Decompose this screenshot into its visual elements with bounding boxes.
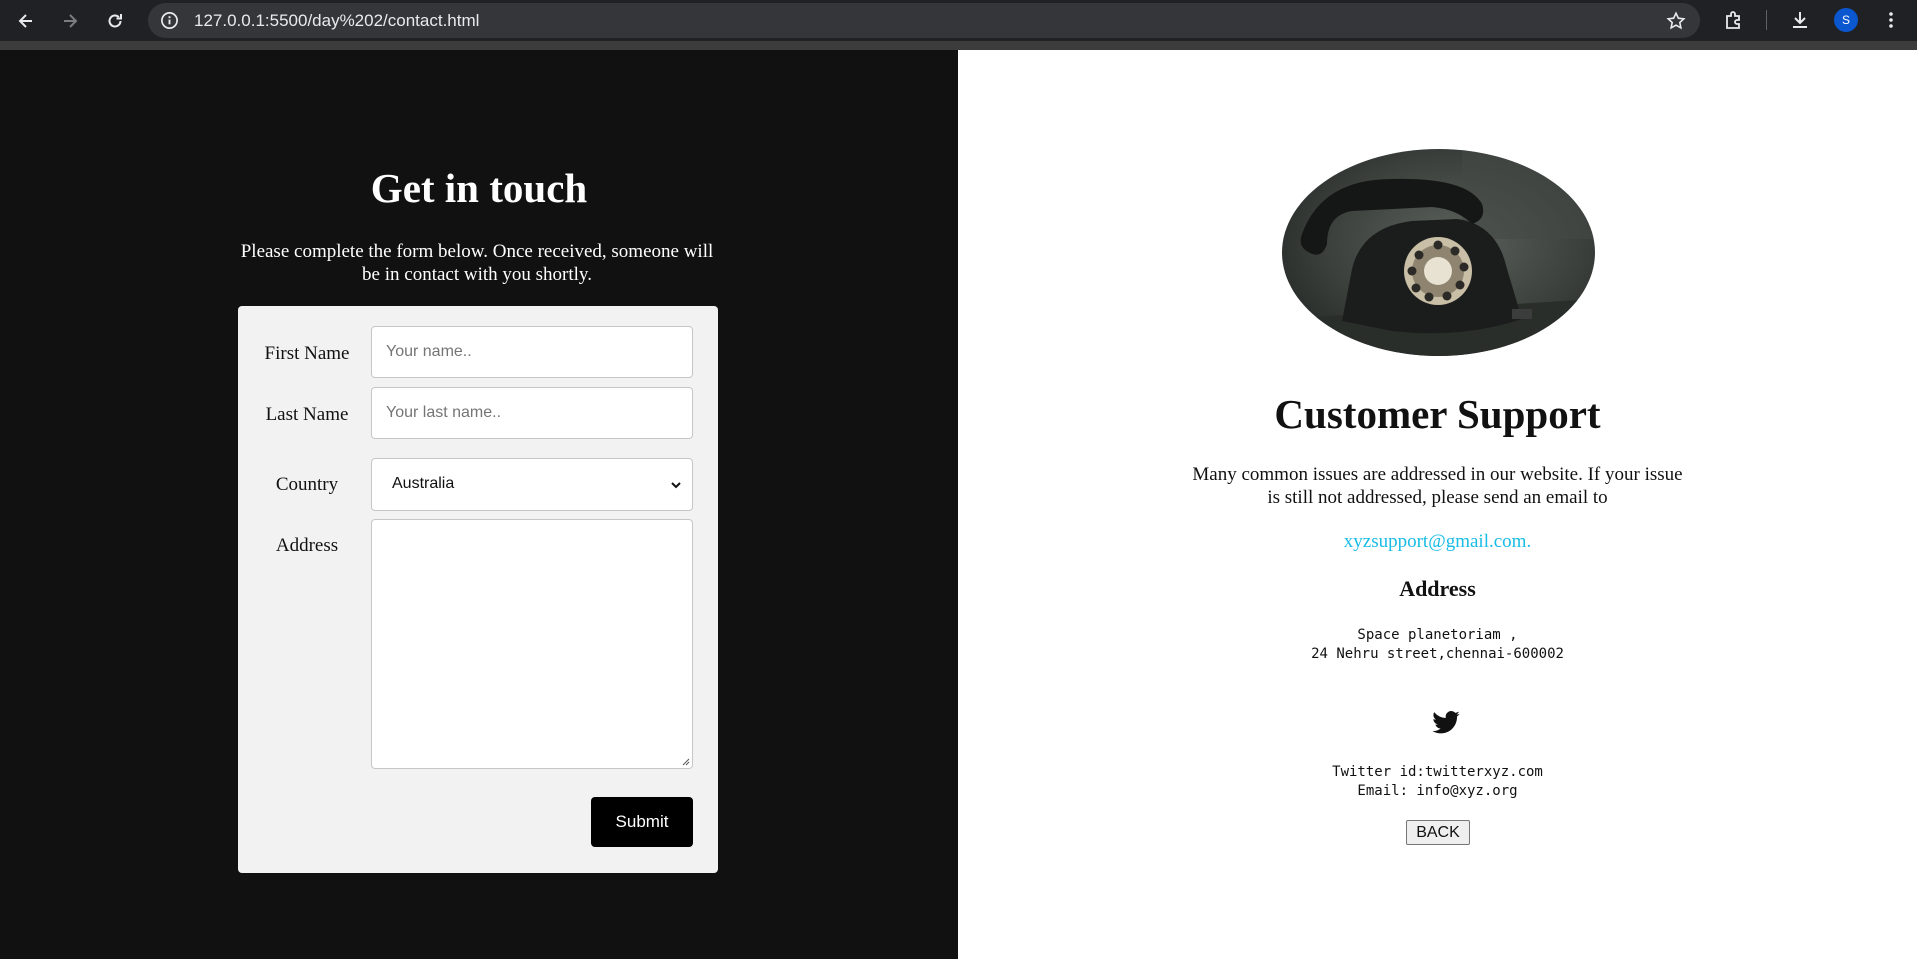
- star-icon[interactable]: [1666, 11, 1686, 31]
- twitter-bird-icon[interactable]: [1431, 708, 1461, 738]
- first-name-input[interactable]: [371, 326, 693, 378]
- arrow-right-icon: [64, 14, 78, 28]
- last-name-input[interactable]: [371, 387, 693, 439]
- address-textarea[interactable]: [371, 519, 693, 769]
- browser-toolbar: 127.0.0.1:5500/day%202/contact.html S: [0, 0, 1917, 41]
- support-section: Customer Support Many common issues are …: [958, 50, 1917, 959]
- support-email-link[interactable]: xyzsupport@gmail.com.: [958, 531, 1917, 553]
- forward-button[interactable]: [57, 8, 83, 34]
- toolbar-divider: [1766, 10, 1767, 30]
- contact-form: First Name Last Name Country Australia A…: [238, 306, 718, 873]
- social-contact-text: Twitter id:twitterxyz.com Email: info@xy…: [1332, 764, 1543, 799]
- kebab-menu-icon[interactable]: [1880, 9, 1902, 31]
- country-selected-value: Australia: [392, 475, 455, 492]
- form-title: Get in touch: [370, 165, 588, 211]
- last-name-label: Last Name: [265, 404, 349, 425]
- resize-handle-icon[interactable]: [680, 756, 690, 766]
- address-label: Address: [275, 535, 339, 556]
- arrow-left-icon: [18, 14, 32, 28]
- first-name-label: First Name: [264, 343, 350, 364]
- address-heading: Address: [1399, 576, 1476, 601]
- back-button[interactable]: [13, 8, 39, 34]
- contact-form-section: Get in touch Please complete the form be…: [0, 50, 958, 959]
- chevron-down-icon: [671, 482, 681, 489]
- browser-chrome: 127.0.0.1:5500/day%202/contact.html S: [0, 0, 1917, 50]
- telephone-image: [1282, 149, 1595, 356]
- address-text: Space planetoriam , 24 Nehru street,chen…: [1311, 627, 1564, 662]
- country-select[interactable]: Australia: [371, 458, 693, 511]
- download-icon[interactable]: [1789, 9, 1811, 31]
- submit-button[interactable]: Submit: [591, 797, 693, 847]
- form-subtitle: Please complete the form below. Once rec…: [240, 241, 714, 285]
- back-button-page[interactable]: BACK: [1406, 820, 1470, 845]
- country-label: Country: [275, 474, 339, 495]
- support-description: Many common issues are addressed in our …: [1192, 464, 1683, 508]
- reload-icon: [108, 14, 122, 28]
- info-icon[interactable]: [160, 11, 179, 30]
- puzzle-icon[interactable]: [1723, 9, 1745, 31]
- profile-avatar[interactable]: S: [1834, 8, 1858, 32]
- toolbar-bottom-strip: [0, 41, 1917, 50]
- reload-button[interactable]: [102, 8, 128, 34]
- url-text[interactable]: 127.0.0.1:5500/day%202/contact.html: [194, 11, 479, 31]
- address-bar[interactable]: 127.0.0.1:5500/day%202/contact.html: [148, 3, 1700, 38]
- support-title: Customer Support: [1274, 391, 1601, 437]
